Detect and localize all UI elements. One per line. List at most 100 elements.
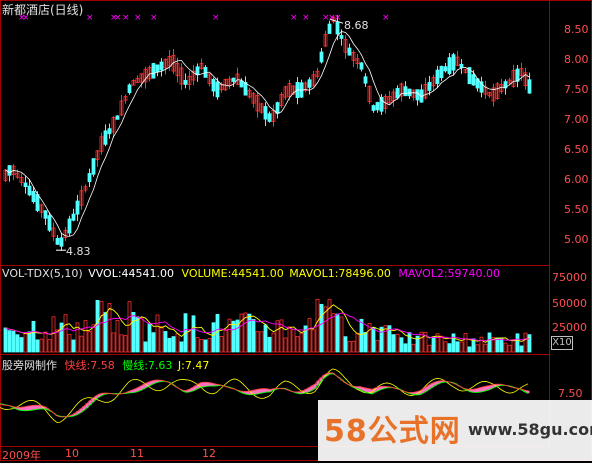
candle-body	[267, 113, 272, 122]
volume-bar	[251, 318, 256, 353]
volume-bar	[247, 313, 252, 353]
candle-body	[75, 200, 80, 215]
price-axis-label: 8.00	[564, 53, 589, 66]
volume-bar	[55, 329, 60, 353]
volume-bar	[99, 300, 104, 353]
volume-bar	[131, 311, 136, 353]
candle-body	[115, 115, 120, 120]
candle-body	[415, 89, 420, 101]
price-axis-line	[549, 0, 550, 447]
volume-bar	[503, 342, 508, 353]
candle-body	[183, 80, 188, 85]
volume-bar	[43, 331, 48, 353]
watermark-url: www.58gu.com	[468, 420, 592, 439]
candlestick-chart[interactable]: ×× × ×× × × × × × × ××× ×	[0, 0, 549, 264]
signal-marker: ×	[302, 13, 310, 23]
candle-body	[275, 102, 280, 114]
volume-bar	[147, 322, 152, 353]
volume-bar	[515, 333, 520, 353]
volume-bar	[51, 316, 56, 353]
volume-bar	[87, 330, 92, 353]
volume-bar	[299, 332, 304, 353]
volume-axis-label: 25000	[552, 321, 587, 334]
volume-bar	[311, 329, 316, 353]
signal-marker: ×	[86, 13, 94, 23]
candle-body	[31, 190, 36, 203]
volume-bar	[27, 331, 32, 353]
volume-bar	[319, 303, 324, 353]
candle-body	[43, 210, 48, 219]
signal-marker: ×	[122, 13, 130, 23]
volume-bar	[431, 336, 436, 353]
volume-bar	[31, 320, 36, 353]
volume-bar	[523, 332, 528, 353]
volume-bar	[487, 332, 492, 353]
volume-bar	[95, 299, 100, 353]
candle-body	[471, 74, 476, 86]
volume-value: VOLUME:44541.00	[181, 267, 284, 280]
candle-body	[195, 66, 200, 76]
volume-bar	[331, 313, 336, 353]
volume-bar	[187, 329, 192, 353]
volume-bar	[323, 306, 328, 353]
volume-bar	[23, 333, 28, 353]
volume-bar	[175, 333, 180, 353]
volume-bar	[403, 343, 408, 353]
volume-bar	[447, 343, 452, 353]
candle-body	[319, 51, 324, 63]
volume-bar	[159, 326, 164, 353]
candle-body	[407, 88, 412, 97]
volume-bar	[463, 333, 468, 353]
date-label: 11	[130, 447, 144, 460]
candle-body	[439, 65, 444, 79]
volume-chart[interactable]	[0, 282, 549, 354]
volume-bar	[427, 344, 432, 353]
volume-bar	[271, 332, 276, 353]
volume-bar	[203, 339, 208, 353]
volume-bar	[359, 318, 364, 353]
volume-bar	[411, 343, 416, 353]
candle-body	[215, 81, 220, 98]
volume-axis-label: 50000	[552, 297, 587, 310]
volume-bar	[343, 336, 348, 353]
volume-bar	[351, 340, 356, 353]
volume-bar	[151, 332, 156, 353]
volume-bar	[439, 335, 444, 353]
candle-body	[375, 102, 380, 111]
candle-body	[395, 88, 400, 99]
volume-bar	[371, 326, 376, 353]
signal-marker: ×	[290, 13, 298, 23]
volume-bar	[519, 345, 524, 353]
candle-body	[87, 173, 92, 183]
price-axis-label: 7.50	[564, 83, 589, 96]
candle-body	[451, 54, 456, 71]
volume-bar	[259, 331, 264, 353]
candle-body	[327, 23, 332, 34]
volume-bar	[255, 331, 260, 353]
volume-bar	[195, 337, 200, 353]
date-label: 10	[65, 447, 79, 460]
volume-bar	[19, 337, 24, 353]
candle-body	[23, 182, 28, 188]
volume-bar	[71, 339, 76, 353]
candle-body	[263, 106, 268, 120]
volume-bar	[451, 333, 456, 353]
volume-bar	[39, 338, 44, 353]
candle-body	[459, 64, 464, 68]
price-axis-label: 6.00	[564, 173, 589, 186]
low-price-label: 4.83	[66, 245, 91, 258]
vvol-value: VVOL:44541.00	[88, 267, 175, 280]
volume-bar	[363, 332, 368, 353]
volume-unit-badge: X10	[551, 336, 573, 350]
volume-bar	[123, 335, 128, 353]
candle-body	[55, 238, 60, 245]
volume-bar	[455, 341, 460, 353]
volume-bar	[355, 332, 360, 353]
volume-bar	[499, 337, 504, 353]
volume-bar	[7, 330, 12, 353]
candle-body	[371, 105, 376, 111]
volume-bar	[47, 339, 52, 353]
volume-bar	[171, 336, 176, 353]
candle-body	[239, 80, 244, 88]
candle-body	[151, 63, 156, 79]
